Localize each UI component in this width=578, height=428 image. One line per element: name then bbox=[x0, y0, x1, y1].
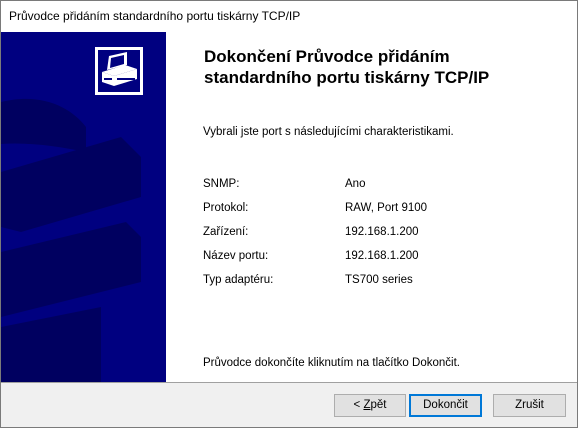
property-label: Název portu: bbox=[203, 250, 269, 262]
printer-icon bbox=[95, 47, 143, 95]
property-value: RAW, Port 9100 bbox=[345, 202, 428, 214]
cancel-button[interactable]: Zrušit bbox=[493, 394, 566, 417]
title-bar[interactable]: Průvodce přidáním standardního portu tis… bbox=[1, 1, 577, 32]
property-label: Protokol: bbox=[203, 202, 249, 214]
property-label: Zařízení: bbox=[203, 226, 249, 238]
page-title-line2: standardního portu tiskárny TCP/IP bbox=[204, 68, 490, 87]
back-button[interactable]: < Zpět bbox=[334, 394, 406, 417]
property-value: TS700 series bbox=[345, 274, 413, 286]
back-button-label: pět bbox=[370, 399, 387, 411]
window-title: Průvodce přidáním standardního portu tis… bbox=[9, 9, 301, 23]
property-label: SNMP: bbox=[203, 178, 240, 190]
printer-watermark-graphic bbox=[1, 47, 143, 382]
button-bar-divider bbox=[1, 382, 577, 383]
wizard-window: Průvodce přidáním standardního portu tis… bbox=[0, 0, 578, 428]
property-value: Ano bbox=[345, 178, 366, 190]
wizard-side-banner bbox=[1, 32, 166, 382]
page-title-line1: Dokončení Průvodce přidáním bbox=[204, 47, 450, 66]
page-title: Dokončení Průvodce přidáním standardního… bbox=[204, 46, 574, 88]
property-value: 192.168.1.200 bbox=[345, 250, 419, 262]
finish-instruction: Průvodce dokončíte kliknutím na tlačítko… bbox=[203, 357, 460, 369]
property-value: 192.168.1.200 bbox=[345, 226, 419, 238]
back-button-prefix: < bbox=[353, 399, 364, 411]
finish-button[interactable]: Dokončit bbox=[409, 394, 482, 417]
wizard-content: Dokončení Průvodce přidáním standardního… bbox=[166, 32, 577, 382]
property-label: Typ adaptéru: bbox=[203, 274, 274, 286]
intro-text: Vybrali jste port s následujícími charak… bbox=[203, 126, 454, 138]
printer-watermark-shapes bbox=[1, 98, 141, 382]
